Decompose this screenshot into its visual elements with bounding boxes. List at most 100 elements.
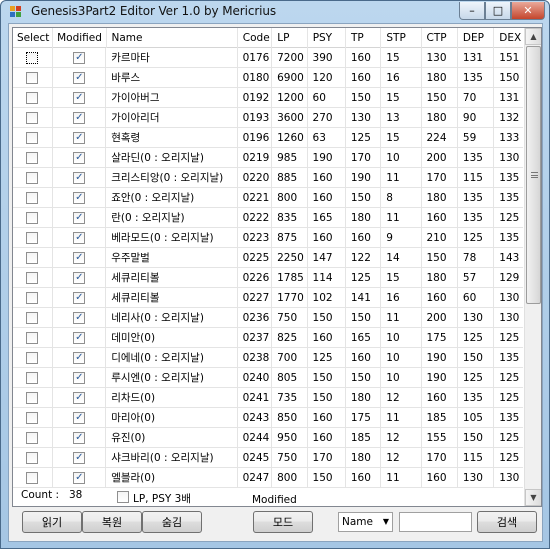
cell-name[interactable]: 우주말벌 xyxy=(106,248,238,268)
cell-lp[interactable]: 800 xyxy=(272,468,308,488)
cell-dex[interactable]: 131 xyxy=(494,88,523,108)
cell-ctp[interactable]: 185 xyxy=(422,408,458,428)
select-checkbox[interactable] xyxy=(26,432,39,444)
cell-psy[interactable]: 160 xyxy=(308,188,346,208)
cell-name[interactable]: 크리스티앙(0 : 오리지날) xyxy=(106,168,238,188)
cell-name[interactable]: 유진(0) xyxy=(106,428,238,448)
cell-ctp[interactable]: 150 xyxy=(422,248,458,268)
cell-tp[interactable]: 180 xyxy=(346,448,382,468)
cell-ctp[interactable]: 200 xyxy=(422,308,458,328)
cell-lp[interactable]: 700 xyxy=(272,348,308,368)
cell-dex[interactable]: 151 xyxy=(494,48,523,68)
scroll-down-icon[interactable]: ▼ xyxy=(525,489,541,506)
modified-checkbox[interactable] xyxy=(73,272,86,284)
cell-code[interactable]: 0221 xyxy=(238,188,273,208)
cell-lp[interactable]: 3600 xyxy=(272,108,308,128)
cell-lp[interactable]: 750 xyxy=(272,448,308,468)
cell-dep[interactable]: 90 xyxy=(458,108,495,128)
table-row[interactable]: 세큐리티볼022617851141251518057129 xyxy=(13,268,523,288)
cell-tp[interactable]: 122 xyxy=(346,248,382,268)
cell-lp[interactable]: 6900 xyxy=(272,68,308,88)
cell-lp[interactable]: 825 xyxy=(272,328,308,348)
table-row[interactable]: 가이아버그01921200601501515070131 xyxy=(13,88,523,108)
cell-stp[interactable]: 12 xyxy=(381,448,422,468)
cell-stp[interactable]: 15 xyxy=(381,88,422,108)
cell-ctp[interactable]: 150 xyxy=(422,88,458,108)
cell-tp[interactable]: 160 xyxy=(346,468,382,488)
cell-stp[interactable]: 15 xyxy=(381,48,422,68)
cell-code[interactable]: 0220 xyxy=(238,168,273,188)
cell-psy[interactable]: 160 xyxy=(308,428,346,448)
cell-name[interactable]: 가이아버그 xyxy=(106,88,238,108)
mode-button[interactable]: 모드 xyxy=(253,511,313,533)
cell-ctp[interactable]: 190 xyxy=(422,368,458,388)
cell-code[interactable]: 0240 xyxy=(238,368,273,388)
select-checkbox[interactable] xyxy=(26,192,39,204)
cell-psy[interactable]: 160 xyxy=(308,408,346,428)
scroll-up-icon[interactable]: ▲ xyxy=(525,28,541,45)
table-row[interactable]: 우주말벌022522501471221415078143 xyxy=(13,248,523,268)
modified-checkbox[interactable] xyxy=(73,52,86,64)
cell-stp[interactable]: 13 xyxy=(381,108,422,128)
cell-code[interactable]: 0176 xyxy=(238,48,273,68)
cell-stp[interactable]: 11 xyxy=(381,208,422,228)
cell-psy[interactable]: 170 xyxy=(308,448,346,468)
cell-stp[interactable]: 9 xyxy=(381,228,422,248)
select-checkbox[interactable] xyxy=(26,72,39,84)
cell-lp[interactable]: 985 xyxy=(272,148,308,168)
cell-tp[interactable]: 185 xyxy=(346,428,382,448)
cell-lp[interactable]: 1785 xyxy=(272,268,308,288)
cell-psy[interactable]: 160 xyxy=(308,168,346,188)
cell-code[interactable]: 0226 xyxy=(238,268,273,288)
cell-ctp[interactable]: 170 xyxy=(422,168,458,188)
cell-tp[interactable]: 150 xyxy=(346,88,382,108)
modified-checkbox[interactable] xyxy=(73,392,86,404)
read-button[interactable]: 읽기 xyxy=(22,511,82,533)
table-row[interactable]: 세큐리티볼022717701021411616060130 xyxy=(13,288,523,308)
cell-code[interactable]: 0241 xyxy=(238,388,273,408)
search-field-select[interactable]: Name ▼ xyxy=(338,512,393,532)
cell-dex[interactable]: 125 xyxy=(494,388,523,408)
cell-dex[interactable]: 150 xyxy=(494,68,523,88)
column-header-ctp[interactable]: CTP xyxy=(422,28,458,48)
modified-checkbox[interactable] xyxy=(73,172,86,184)
cell-stp[interactable]: 11 xyxy=(381,168,422,188)
modified-checkbox[interactable] xyxy=(73,192,86,204)
cell-code[interactable]: 0247 xyxy=(238,468,273,488)
select-checkbox[interactable] xyxy=(26,92,39,104)
select-checkbox[interactable] xyxy=(26,152,39,164)
cell-psy[interactable]: 120 xyxy=(308,68,346,88)
column-header-modified[interactable]: Modified xyxy=(53,28,107,48)
cell-name[interactable]: 엘블라(0) xyxy=(106,468,238,488)
cell-tp[interactable]: 170 xyxy=(346,148,382,168)
cell-ctp[interactable]: 170 xyxy=(422,448,458,468)
cell-dep[interactable]: 105 xyxy=(458,408,495,428)
cell-tp[interactable]: 150 xyxy=(346,308,382,328)
cell-lp[interactable]: 1770 xyxy=(272,288,308,308)
cell-ctp[interactable]: 160 xyxy=(422,468,458,488)
cell-dex[interactable]: 135 xyxy=(494,348,523,368)
table-row[interactable]: 크리스티앙(0 : 오리지날)022088516019011170115135 xyxy=(13,168,523,188)
select-checkbox[interactable] xyxy=(26,292,39,304)
cell-code[interactable]: 0244 xyxy=(238,428,273,448)
modified-checkbox[interactable] xyxy=(73,312,86,324)
cell-dep[interactable]: 125 xyxy=(458,368,495,388)
cell-stp[interactable]: 14 xyxy=(381,248,422,268)
modified-checkbox[interactable] xyxy=(73,352,86,364)
modified-checkbox[interactable] xyxy=(73,432,86,444)
cell-code[interactable]: 0196 xyxy=(238,128,273,148)
cell-stp[interactable]: 16 xyxy=(381,288,422,308)
cell-lp[interactable]: 885 xyxy=(272,168,308,188)
cell-name[interactable]: 란(0 : 오리지날) xyxy=(106,208,238,228)
cell-name[interactable]: 샤크바리(0 : 오리지날) xyxy=(106,448,238,468)
modified-checkbox[interactable] xyxy=(73,472,86,484)
table-row[interactable]: 현혹령01961260631251522459133 xyxy=(13,128,523,148)
cell-lp[interactable]: 835 xyxy=(272,208,308,228)
cell-tp[interactable]: 130 xyxy=(346,108,382,128)
title-bar[interactable]: Genesis3Part2 Editor Ver 1.0 by Mericriu… xyxy=(1,1,549,23)
cell-name[interactable]: 세큐리티볼 xyxy=(106,288,238,308)
cell-dep[interactable]: 125 xyxy=(458,328,495,348)
column-header-lp[interactable]: LP xyxy=(272,28,308,48)
cell-name[interactable]: 죠안(0 : 오리지날) xyxy=(106,188,238,208)
cell-lp[interactable]: 800 xyxy=(272,188,308,208)
